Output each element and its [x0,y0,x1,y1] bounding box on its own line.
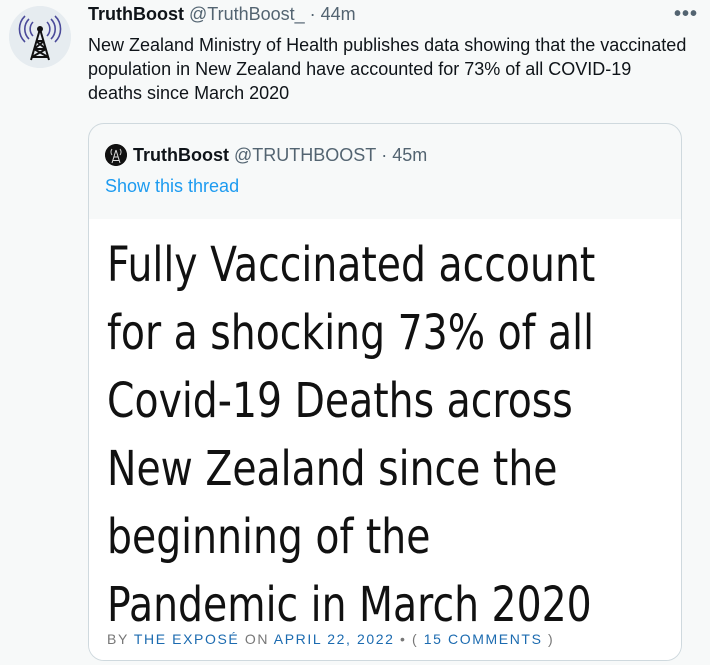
quoted-avatar[interactable] [105,144,127,166]
tweet-header: TruthBoost @TruthBoost_ · 44m [88,4,690,28]
headline-line: beginning of the [107,509,431,565]
byline-bullet: • [400,631,407,647]
tweet-time[interactable]: 44m [321,4,356,25]
byline-comments: 15 COMMENTS [423,631,543,647]
quoted-image[interactable]: Fully Vaccinated account for a shocking … [89,219,681,660]
author-handle[interactable]: @TruthBoost_ [189,4,305,25]
radio-tower-icon [9,6,71,68]
headline: Fully Vaccinated account for a shocking … [107,231,596,639]
headline-line: Pandemic in March 2020 [107,577,592,633]
headline-line: Fully Vaccinated account [107,237,596,293]
avatar[interactable] [9,6,71,68]
separator-dot: · [381,144,388,165]
tweet[interactable]: TruthBoost @TruthBoost_ · 44m ••• New Ze… [0,0,710,665]
quoted-tweet-header: TruthBoost @TRUTHBOOST · 45m [105,144,427,166]
byline-date: APRIL 22, 2022 [273,631,395,647]
byline-open-paren: ( [412,631,419,647]
byline-source: THE EXPOSÉ [133,631,240,647]
quoted-tweet[interactable]: TruthBoost @TRUTHBOOST · 45m Show this t… [88,123,682,661]
tweet-text: New Zealand Ministry of Health publishes… [88,35,687,103]
more-dots-icon[interactable]: ••• [672,2,700,26]
quoted-author-handle[interactable]: @TRUTHBOOST [234,145,376,166]
byline-close-paren: ) [548,631,555,647]
byline-by: BY [107,631,129,647]
separator-dot: · [309,4,316,24]
quoted-author-name[interactable]: TruthBoost [133,145,229,166]
headline-line: Covid-19 Deaths across [107,373,573,429]
byline: BY THE EXPOSÉ ON APRIL 22, 2022 • ( 15 C… [107,631,554,647]
byline-on: ON [244,631,270,647]
author-name[interactable]: TruthBoost [88,4,184,25]
radio-tower-icon [105,144,127,166]
headline-line: for a shocking 73% of all [107,305,595,361]
show-thread-link[interactable]: Show this thread [105,176,239,197]
headline-line: New Zealand since the [107,441,558,497]
quoted-tweet-time[interactable]: 45m [392,145,427,166]
